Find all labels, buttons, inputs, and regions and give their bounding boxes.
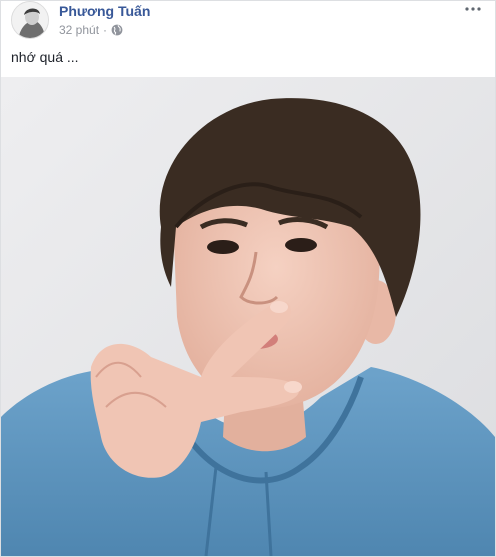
post-header: Phương Tuấn 32 phút ·	[1, 1, 495, 45]
globe-icon[interactable]	[111, 24, 123, 36]
post-timestamp-link[interactable]: 32 phút	[59, 23, 99, 37]
author-avatar[interactable]	[11, 1, 49, 39]
post-photo[interactable]	[1, 77, 495, 556]
avatar-image	[12, 2, 48, 38]
meta-separator: ·	[103, 23, 108, 37]
post-caption: nhớ quá ...	[11, 49, 79, 65]
more-options-icon[interactable]	[463, 1, 483, 17]
author-name-link[interactable]: Phương Tuấn	[59, 3, 150, 19]
post-meta: 32 phút ·	[59, 23, 123, 37]
selfie-photo	[1, 77, 495, 556]
feed-post: Phương Tuấn 32 phút · nhớ quá ...	[0, 0, 496, 557]
